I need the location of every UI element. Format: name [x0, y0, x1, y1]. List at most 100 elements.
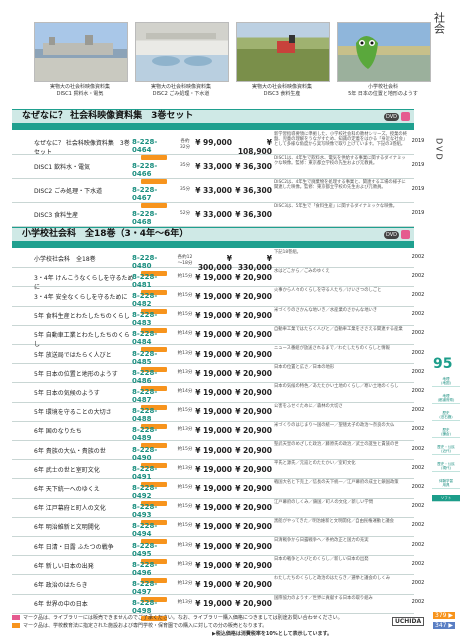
description-text: 新学習指導要領に準拠した、小学校社会科の教材シリーズ。授業の終盤、児童の理解をう… [274, 132, 408, 147]
description-text: ニュース番組が放送されるまで／わたしたちのくらしと情報 [274, 346, 390, 351]
ref-page-2[interactable]: 347 ▶ [433, 622, 455, 629]
price-ex-tax-text: ¥ 33,000 [195, 210, 232, 219]
product-title-text: 5年 放送局ではたらく人びと [34, 351, 112, 359]
description-text: 平氏と源氏／元寇とのたたかい／室町文化 [274, 461, 356, 467]
description-text: 戦国大名と下克上／信長の天下統一／江戸幕府の成立と鎖国政策 [274, 480, 399, 486]
side-index-tab[interactable]: 歴史 (鎌倉) [432, 427, 460, 438]
price-inc-tax-text: ¥ 20,900 [235, 464, 272, 474]
product-title-text: なぜなに？ 社会科映像資料集 3巻セット [34, 140, 130, 156]
price-ex-tax-text: ¥ 19,000 [195, 503, 232, 513]
side-index-tab[interactable]: 地理 (都道府県) [432, 393, 460, 404]
description: 新学習指導要領に準拠した、小学校社会科の教材シリーズ。授業の終盤、児童の理解をう… [274, 132, 409, 147]
release-year: 2002 [408, 542, 428, 548]
duration-text: 各約12 〜18分 [177, 254, 193, 266]
section2-header: 小学校社会科 全18巻（3・4年〜6年） DVD [12, 227, 414, 242]
product-title-text: 6年 国のなりたち [34, 428, 82, 436]
description: 米づくりのさかんな地いき／水産業のさかんな地いき [274, 308, 409, 313]
description-text: 黒船がやってきた／明治維新と文明開化／自由民権運動と議会 [274, 518, 394, 524]
price-ex-tax: ¥ 19,000 [192, 542, 232, 551]
price-inc-tax: ¥ 20,900 [234, 369, 272, 378]
caption-line: 小学校社会科 [367, 84, 398, 90]
product-code-text: 8-228-0491 [132, 464, 158, 481]
price-inc-tax-text: ¥ 20,900 [235, 349, 272, 359]
side-index-tab[interactable]: 地理 (地図) [432, 376, 460, 387]
caption-line: 実物大の社会科映像資料集 [150, 84, 211, 90]
product-title: 6年 新しい日本の出発 [34, 561, 134, 570]
photo-food-production [236, 22, 330, 82]
photo-japan-terrain-art [356, 36, 378, 69]
price-inc-tax: ¥ 20,900 [234, 426, 272, 435]
price-ex-tax-text: ¥ 99,000 [195, 138, 232, 147]
description: 国際協力のようす／世界に貢献する日本の取り組み [274, 596, 409, 601]
price-inc-tax: ¥ 36,300 [234, 210, 272, 219]
product-code-text: 8-228-0464 [132, 138, 158, 154]
product-title: 5年 食料生産とわたしたちのくらし [34, 311, 134, 320]
description: 平氏と源氏／元寇とのたたかい／室町文化 [274, 461, 409, 466]
price-ex-tax: ¥ 19,000 [192, 311, 232, 320]
table-row: 6年 政治のはたらき 8-228-0497 約12分 ¥ 19,000 ¥ 20,900… [12, 575, 424, 602]
table-row: 5年 放送局ではたらく人びと 8-228-0485 約13分 ¥ 19,000 ¥ 20… [12, 345, 424, 372]
ref-page-1[interactable]: 379 ▶ [433, 612, 455, 619]
description: わたしたちのくらしと政治のはたらき／選挙と議会のしくみ [274, 576, 409, 581]
duration-text: 約13分 [177, 600, 193, 606]
release-year-text: 2002 [411, 464, 425, 471]
price-inc-tax: ¥ 20,900 [234, 580, 272, 589]
side-index-tab[interactable]: 歴史・公民 (近代) [432, 444, 460, 455]
duration: 52分 [177, 210, 193, 216]
table-row: 6年 世界の中の日本 8-228-0498 約13分 ¥ 19,000 ¥ 20,900… [12, 595, 424, 622]
price-inc-tax: ¥ 20,900 [234, 465, 272, 474]
product-title-text: 6年 天下統一へのゆくえ [34, 485, 100, 493]
side-index-tab[interactable]: 歴史 (旧石器) [432, 410, 460, 421]
duration-text: 約15分 [177, 292, 193, 298]
price-ex-tax-text: ¥ 33,000 [195, 162, 232, 171]
duration-text: 約15分 [177, 484, 193, 490]
release-year-text: 2002 [411, 387, 425, 394]
price-inc-tax: ¥ 36,300 [234, 162, 272, 171]
description: 黒船がやってきた／明治維新と文明開化／自由民権運動と議会 [274, 519, 409, 524]
price-inc-tax: ¥ 20,900 [234, 350, 272, 359]
note-line-2-text: マーク品は、学校教育法に指定された施設および専門学校・保育園での購入に対しての分… [23, 623, 268, 629]
price-inc-tax: ¥ 20,900 [234, 599, 272, 608]
product-title: DISC1 飲料水・電気 [34, 162, 134, 171]
description-text: 国際協力のようす／世界に貢献する日本の取り組み [274, 595, 373, 601]
side-sub-text: DVD [434, 138, 444, 162]
price-inc-tax: ¥ 20,900 [234, 522, 272, 531]
product-title-text: 6年 日清・日露 ふたつの戦争 [34, 543, 114, 551]
duration-text: 約14分 [177, 331, 193, 337]
product-title: 6年 江戸幕府と町人の文化 [34, 503, 134, 512]
restricted-mark-icon [401, 112, 410, 121]
duration: 各約12 〜18分 [177, 254, 193, 266]
section1-column-header [12, 124, 414, 130]
product-code-text: 8-228-0467 [132, 186, 158, 202]
price-ex-tax: ¥ 99,000 [192, 138, 232, 147]
release-year: 2002 [408, 503, 428, 509]
restricted-mark-icon [401, 230, 410, 239]
description: DISC2は、4年生で廃棄物を処理する事業と、関連する工場の様子に関連した映像。… [274, 180, 409, 190]
price-ex-tax: ¥ 19,000 [192, 330, 232, 339]
release-year-text: 2019 [411, 162, 425, 168]
duration-text: 約15分 [177, 523, 193, 529]
price-inc-tax-text: ¥ 36,300 [235, 186, 272, 195]
side-index-tab-label: 地理 (都道府県) [437, 394, 455, 402]
side-index-tab[interactable]: 歴史・公民 (現代) [432, 461, 460, 472]
product-code-text: 8-228-0494 [132, 522, 158, 539]
side-index-tab[interactable]: 体験学習 用具 [432, 478, 460, 489]
price-inc-tax: ¥ 20,900 [234, 503, 272, 512]
side-index-tab-label: 歴史・公民 (現代) [437, 462, 455, 470]
duration: 約15分 [177, 446, 193, 452]
price-inc-tax-text: ¥ 20,900 [235, 445, 272, 455]
price-inc-tax-text: ¥ 108,900 [237, 138, 272, 156]
price-inc-tax-text: ¥ 20,900 [235, 387, 272, 397]
price-ex-tax: ¥ 19,000 [192, 465, 232, 474]
release-year: 2002 [408, 388, 428, 394]
side-index-tab[interactable]: ソフト [432, 495, 460, 502]
duration: 35分 [177, 162, 193, 168]
release-year-text: 2019 [411, 138, 425, 144]
photo-garbage-sewage-art [146, 33, 216, 66]
duration: 約13分 [177, 561, 193, 567]
duration: 約13分 [177, 465, 193, 471]
product-title-text: DISC2 ごみ処理・下水道 [34, 188, 103, 195]
table-row: 6年 新しい日本の出発 8-228-0496 約13分 ¥ 19,000 ¥ 20,90… [12, 556, 424, 583]
product-title: 6年 政治のはたらき [34, 580, 134, 589]
price-inc-tax-text: ¥ 36,300 [235, 210, 272, 219]
